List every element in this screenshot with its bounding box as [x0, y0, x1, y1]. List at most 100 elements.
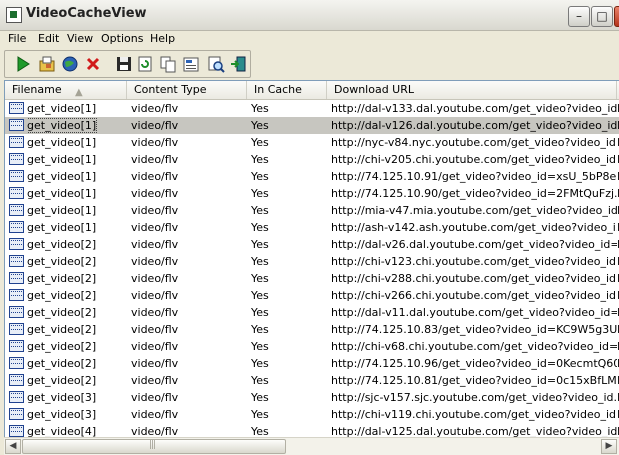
content-type-cell: video/flv [131, 340, 179, 353]
filename-cell: get_video[2] [27, 272, 97, 285]
list-header: Filename ▲ Content Type In Cache Downloa… [5, 81, 619, 100]
download-url-cell: http://dal-v133.dal.youtube.com/get_vide… [331, 102, 617, 115]
table-row[interactable]: get_video[1] video/flv Yes http://dal-v133.… [5, 100, 619, 117]
download-url-cell: http://chi-v266.chi.youtube.com/get_vide… [331, 289, 617, 302]
exit-icon[interactable] [229, 55, 247, 73]
in-cache-cell: Yes [251, 153, 269, 166]
scroll-thumb[interactable] [22, 439, 286, 454]
scroll-left-button[interactable]: ◀ [5, 439, 21, 454]
video-file-icon [9, 323, 24, 335]
table-row[interactable]: get_video[2] video/flv Yes http://74.125.10… [5, 355, 619, 372]
title-bar[interactable]: VideoCacheView – □ ✕ [0, 0, 619, 31]
filename-cell: get_video[1] [27, 204, 97, 217]
table-row[interactable]: get_video[3] video/flv Yes http://sjc-v157.… [5, 389, 619, 406]
filename-cell: get_video[1] [27, 118, 98, 133]
table-row[interactable]: get_video[2] video/flv Yes http://74.125.10… [5, 372, 619, 389]
table-row[interactable]: get_video[2] video/flv Yes http://chi-v123.… [5, 253, 619, 270]
table-row[interactable]: get_video[1] video/flv Yes http://ash-v142.… [5, 219, 619, 236]
table-row[interactable]: get_video[1] video/flv Yes http://nyc-v84.n… [5, 134, 619, 151]
content-type-cell: video/flv [131, 289, 179, 302]
web-globe-icon[interactable] [61, 55, 79, 73]
download-url-cell: http://sjc-v157.sjc.youtube.com/get_vide… [331, 391, 617, 404]
maximize-button[interactable]: □ [591, 6, 613, 27]
filename-cell: get_video[1] [27, 136, 97, 149]
table-row[interactable]: get_video[2] video/flv Yes http://74.125.10… [5, 321, 619, 338]
scroll-right-button[interactable]: ▶ [601, 439, 617, 454]
refresh-icon[interactable] [136, 55, 154, 73]
filename-cell: get_video[1] [27, 170, 97, 183]
table-row[interactable]: get_video[3] video/flv Yes http://chi-v119.… [5, 406, 619, 423]
table-row[interactable]: get_video[2] video/flv Yes http://chi-v266.… [5, 287, 619, 304]
in-cache-cell: Yes [251, 102, 269, 115]
table-row[interactable]: get_video[1] video/flv Yes http://chi-v205.… [5, 151, 619, 168]
in-cache-cell: Yes [251, 306, 269, 319]
download-url-cell: http://ash-v142.ash.youtube.com/get_vide… [331, 221, 617, 234]
in-cache-cell: Yes [251, 187, 269, 200]
app-window: VideoCacheView – □ ✕ File Edit View Opti… [0, 0, 619, 455]
table-row[interactable]: get_video[2] video/flv Yes http://dal-v26.d… [5, 236, 619, 253]
download-url-cell: http://nyc-v84.nyc.youtube.com/get_video… [331, 136, 617, 149]
table-row[interactable]: get_video[2] video/flv Yes http://dal-v11.d… [5, 304, 619, 321]
in-cache-cell: Yes [251, 170, 269, 183]
table-row[interactable]: get_video[1] video/flv Yes http://74.125.10… [5, 185, 619, 202]
download-url-cell: http://chi-v119.chi.youtube.com/get_vide… [331, 408, 617, 421]
delete-x-icon[interactable] [84, 55, 102, 73]
open-folder-icon[interactable] [38, 55, 56, 73]
table-row[interactable]: get_video[1] video/flv Yes http://74.125.10… [5, 168, 619, 185]
close-button[interactable]: ✕ [614, 6, 619, 27]
video-file-icon [9, 374, 24, 386]
video-file-icon [9, 204, 24, 216]
video-file-icon [9, 289, 24, 301]
video-cache-list[interactable]: Filename ▲ Content Type In Cache Downloa… [4, 80, 619, 439]
column-label: Filename [12, 83, 62, 96]
in-cache-cell: Yes [251, 323, 269, 336]
in-cache-cell: Yes [251, 340, 269, 353]
menu-help[interactable]: Help [150, 32, 175, 45]
in-cache-cell: Yes [251, 357, 269, 370]
content-type-cell: video/flv [131, 187, 179, 200]
content-type-cell: video/flv [131, 255, 179, 268]
download-url-cell: http://mia-v47.mia.youtube.com/get_video… [331, 204, 617, 217]
content-type-cell: video/flv [131, 136, 179, 149]
filename-cell: get_video[3] [27, 408, 97, 421]
video-file-icon [9, 136, 24, 148]
table-row[interactable]: get_video[2] video/flv Yes http://chi-v288.… [5, 270, 619, 287]
filename-cell: get_video[2] [27, 357, 97, 370]
menu-edit[interactable]: Edit [38, 32, 59, 45]
table-row[interactable]: get_video[1] video/flv Yes http://mia-v47.m… [5, 202, 619, 219]
column-header-download-url[interactable]: Download URL [327, 81, 617, 99]
download-url-cell: http://chi-v205.chi.youtube.com/get_vide… [331, 153, 617, 166]
save-disk-icon[interactable] [115, 55, 133, 73]
filename-cell: get_video[2] [27, 323, 97, 336]
play-icon[interactable] [14, 55, 32, 73]
video-file-icon [9, 255, 24, 267]
menu-view[interactable]: View [67, 32, 93, 45]
find-icon[interactable] [207, 55, 225, 73]
filename-cell: get_video[3] [27, 391, 97, 404]
column-header-filename[interactable]: Filename ▲ [5, 81, 127, 99]
window-title: VideoCacheView [26, 6, 147, 21]
download-url-cell: http://dal-v126.dal.youtube.com/get_vide… [331, 119, 617, 132]
content-type-cell: video/flv [131, 272, 179, 285]
in-cache-cell: Yes [251, 272, 269, 285]
table-row[interactable]: get_video[1] video/flv Yes http://dal-v126.… [5, 117, 619, 134]
video-file-icon [9, 170, 24, 182]
copy-icon[interactable] [159, 55, 177, 73]
table-row[interactable]: get_video[2] video/flv Yes http://chi-v68.c… [5, 338, 619, 355]
in-cache-cell: Yes [251, 119, 269, 132]
minimize-button[interactable]: – [568, 6, 590, 27]
video-file-icon [9, 272, 24, 284]
filename-cell: get_video[2] [27, 238, 97, 251]
app-icon [6, 7, 22, 23]
menu-file[interactable]: File [8, 32, 26, 45]
video-file-icon [9, 306, 24, 318]
column-header-in-cache[interactable]: In Cache [247, 81, 327, 99]
download-url-cell: http://chi-v123.chi.youtube.com/get_vide… [331, 255, 617, 268]
column-header-content-type[interactable]: Content Type [127, 81, 247, 99]
in-cache-cell: Yes [251, 408, 269, 421]
content-type-cell: video/flv [131, 153, 179, 166]
menu-options[interactable]: Options [101, 32, 143, 45]
horizontal-scrollbar[interactable]: ◀ ▶ [4, 437, 619, 455]
properties-icon[interactable] [182, 55, 200, 73]
download-url-cell: http://chi-v68.chi.youtube.com/get_video… [331, 340, 617, 353]
